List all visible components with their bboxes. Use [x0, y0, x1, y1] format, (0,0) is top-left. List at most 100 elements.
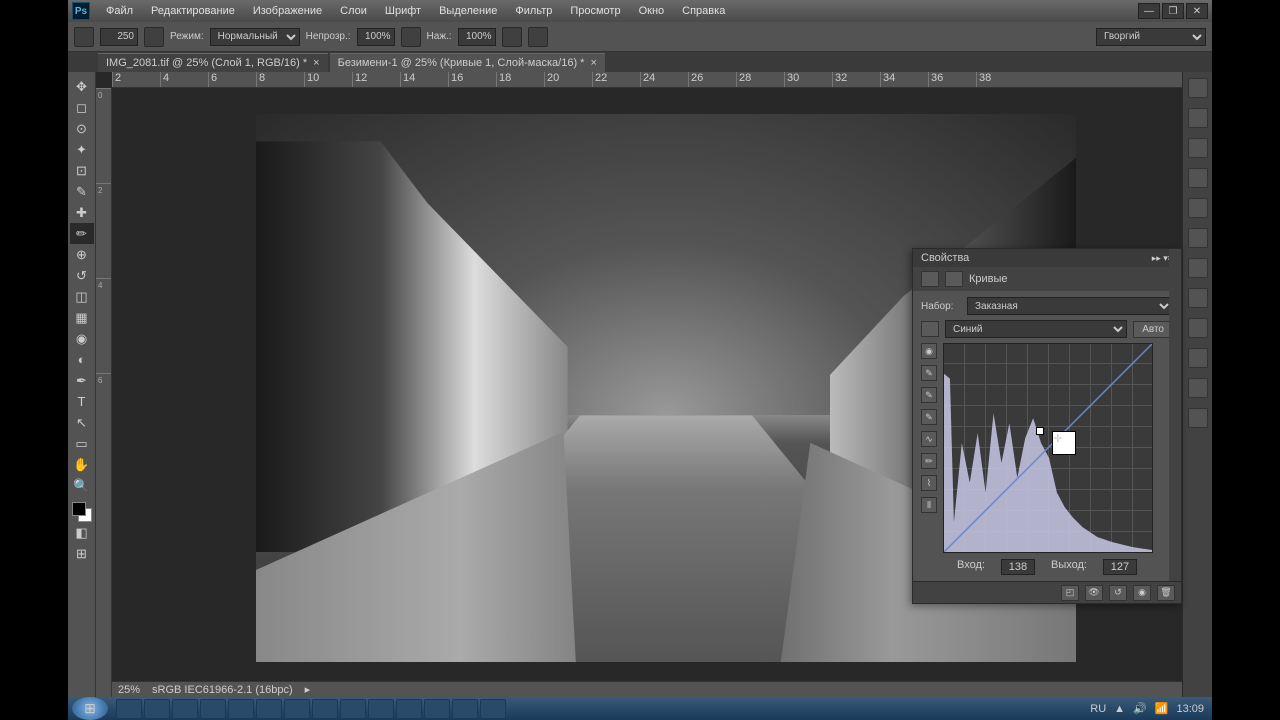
- taskbar-item[interactable]: [480, 699, 506, 719]
- pressure-size-icon[interactable]: [528, 27, 548, 47]
- curve-point[interactable]: [1036, 427, 1044, 435]
- taskbar-item[interactable]: [200, 699, 226, 719]
- view-previous-icon[interactable]: 👁: [1085, 585, 1103, 601]
- dock-properties-icon[interactable]: [1188, 408, 1208, 428]
- menu-filter[interactable]: Фильтр: [507, 2, 560, 20]
- brush-tool[interactable]: ✏: [70, 223, 94, 244]
- menu-window[interactable]: Окно: [631, 2, 673, 20]
- black-point-icon[interactable]: ✎: [921, 365, 937, 381]
- tool-preset-icon[interactable]: [74, 27, 94, 47]
- taskbar-item[interactable]: [340, 699, 366, 719]
- workspace-select[interactable]: Гворгий: [1096, 28, 1206, 46]
- eraser-tool[interactable]: ◫: [70, 286, 94, 307]
- close-icon[interactable]: ×: [313, 57, 319, 69]
- dock-swatches-icon[interactable]: [1188, 228, 1208, 248]
- crop-tool[interactable]: ⊡: [70, 160, 94, 181]
- taskbar-item[interactable]: [396, 699, 422, 719]
- taskbar-item[interactable]: [256, 699, 282, 719]
- close-button[interactable]: ✕: [1186, 3, 1208, 19]
- move-tool[interactable]: ✥: [70, 76, 94, 97]
- opacity-input[interactable]: [357, 28, 395, 46]
- channel-select[interactable]: Синий: [945, 320, 1127, 338]
- menu-image[interactable]: Изображение: [245, 2, 330, 20]
- zoom-level[interactable]: 25%: [118, 684, 140, 696]
- dock-paths-icon[interactable]: [1188, 348, 1208, 368]
- dock-styles-icon[interactable]: [1188, 258, 1208, 278]
- path-tool[interactable]: ↖: [70, 412, 94, 433]
- marquee-tool[interactable]: ◻: [70, 97, 94, 118]
- targeted-adjust-icon[interactable]: [921, 321, 939, 337]
- start-button[interactable]: ⊞: [72, 697, 108, 720]
- heal-tool[interactable]: ✚: [70, 202, 94, 223]
- mode-select[interactable]: Нормальный: [210, 28, 300, 46]
- taskbar-item[interactable]: [172, 699, 198, 719]
- histogram-icon[interactable]: ⫴: [921, 497, 937, 513]
- status-arrow-icon[interactable]: ▸: [305, 683, 311, 696]
- taskbar-item[interactable]: [424, 699, 450, 719]
- menu-file[interactable]: Файл: [98, 2, 141, 20]
- color-swatch[interactable]: [72, 502, 92, 522]
- dock-actions-icon[interactable]: [1188, 138, 1208, 158]
- brush-panel-icon[interactable]: [144, 27, 164, 47]
- zoom-tool[interactable]: 🔍: [70, 475, 94, 496]
- input-value[interactable]: [1001, 559, 1035, 575]
- dock-color-icon[interactable]: [1188, 198, 1208, 218]
- visibility-icon[interactable]: ◉: [1133, 585, 1151, 601]
- eyedropper-tool[interactable]: ✎: [70, 181, 94, 202]
- mask-icon[interactable]: [945, 271, 963, 287]
- curve-edit-icon[interactable]: ∿: [921, 431, 937, 447]
- hand-tool[interactable]: ✋: [70, 454, 94, 475]
- wand-tool[interactable]: ✦: [70, 139, 94, 160]
- taskbar-item[interactable]: [116, 699, 142, 719]
- output-value[interactable]: [1103, 559, 1137, 575]
- taskbar-item[interactable]: [284, 699, 310, 719]
- clip-icon[interactable]: ◰: [1061, 585, 1079, 601]
- airbrush-icon[interactable]: [502, 27, 522, 47]
- adjustment-icon[interactable]: [921, 271, 939, 287]
- dock-history-icon[interactable]: [1188, 78, 1208, 98]
- taskbar-item[interactable]: [368, 699, 394, 719]
- preset-select[interactable]: Заказная: [967, 297, 1173, 315]
- volume-icon[interactable]: 🔊: [1133, 702, 1147, 715]
- pressure-opacity-icon[interactable]: [401, 27, 421, 47]
- quickmask-icon[interactable]: ◧: [70, 522, 94, 543]
- dodge-tool[interactable]: ◐: [70, 349, 94, 370]
- taskbar-item[interactable]: [312, 699, 338, 719]
- dock-layers-icon[interactable]: [1188, 288, 1208, 308]
- gray-point-icon[interactable]: ✎: [921, 387, 937, 403]
- language-indicator[interactable]: RU: [1090, 703, 1106, 715]
- screenmode-icon[interactable]: ⊞: [70, 543, 94, 564]
- minimize-button[interactable]: —: [1138, 3, 1160, 19]
- delete-icon[interactable]: 🗑: [1157, 585, 1175, 601]
- close-icon[interactable]: ×: [590, 57, 596, 69]
- auto-button[interactable]: Авто: [1133, 321, 1173, 338]
- flow-input[interactable]: [458, 28, 496, 46]
- menu-select[interactable]: Выделение: [431, 2, 505, 20]
- white-point-icon[interactable]: ✎: [921, 409, 937, 425]
- smooth-icon[interactable]: ⌇: [921, 475, 937, 491]
- clock[interactable]: 13:09: [1176, 703, 1204, 715]
- tray-icon[interactable]: ▲: [1114, 703, 1125, 715]
- pen-tool[interactable]: ✒: [70, 370, 94, 391]
- lasso-tool[interactable]: ⊙: [70, 118, 94, 139]
- panel-scrollbar[interactable]: [1169, 249, 1181, 581]
- menu-help[interactable]: Справка: [674, 2, 733, 20]
- dock-info-icon[interactable]: [1188, 108, 1208, 128]
- taskbar-item[interactable]: [452, 699, 478, 719]
- targeted-icon[interactable]: ◉: [921, 343, 937, 359]
- history-brush-tool[interactable]: ↺: [70, 265, 94, 286]
- gradient-tool[interactable]: ▦: [70, 307, 94, 328]
- menu-view[interactable]: Просмотр: [562, 2, 628, 20]
- type-tool[interactable]: T: [70, 391, 94, 412]
- network-icon[interactable]: 📶: [1155, 702, 1169, 715]
- tab-2[interactable]: Безимени-1 @ 25% (Кривые 1, Слой-маска/1…: [330, 53, 605, 72]
- menu-layer[interactable]: Слои: [332, 2, 375, 20]
- menu-edit[interactable]: Редактирование: [143, 2, 243, 20]
- taskbar-item[interactable]: [144, 699, 170, 719]
- reset-icon[interactable]: ↺: [1109, 585, 1127, 601]
- dock-adjust-icon[interactable]: [1188, 168, 1208, 188]
- shape-tool[interactable]: ▭: [70, 433, 94, 454]
- panel-tab[interactable]: Свойства ▸▸ ▾≡: [913, 249, 1181, 267]
- pencil-icon[interactable]: ✏: [921, 453, 937, 469]
- maximize-button[interactable]: ❐: [1162, 3, 1184, 19]
